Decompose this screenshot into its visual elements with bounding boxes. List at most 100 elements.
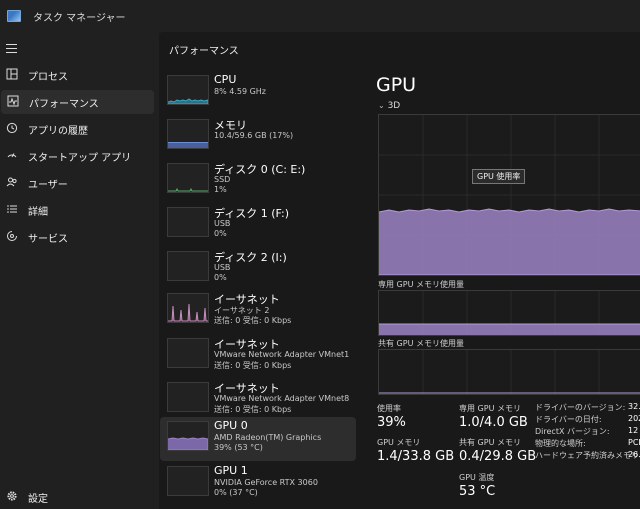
dedicated-memory-label: 専用 GPU メモリ [459, 404, 521, 413]
dedicated-memory-value: 1.0/4.0 GB [459, 415, 528, 430]
device-detail: USB [214, 219, 231, 228]
title-bar[interactable]: タスク マネージャー [0, 0, 640, 32]
shared-memory-graph-label: 共有 GPU メモリ使用量 [378, 339, 464, 348]
ethernet-vmnet8-thumbnail-graph [167, 382, 209, 412]
sidebar-item-performance[interactable]: パフォーマンス [1, 90, 154, 114]
sidebar-item-label: 詳細 [28, 207, 48, 218]
memory-thumbnail-graph [167, 119, 209, 149]
device-detail: 送信: 0 受信: 0 Kbps [214, 361, 292, 370]
device-detail: VMware Network Adapter VMnet1 [214, 350, 350, 359]
driver-version-label: ドライバーのバージョン: [535, 403, 626, 412]
gpu-0-thumbnail-graph [167, 421, 209, 451]
chevron-down-icon: ⌄ [378, 101, 385, 110]
sidebar-item-label: ユーザー [28, 180, 68, 191]
reserved-memory-label: ハードウェア予約済みメモリ: [535, 451, 640, 460]
device-item-ethernet-2[interactable]: イーサネット イーサネット 2 送信: 0 受信: 0 Kbps [160, 289, 356, 333]
sidebar-item-label: スタートアップ アプリ [28, 153, 132, 164]
sidebar-item-label: プロセス [28, 72, 68, 83]
device-item-disk-0[interactable]: ディスク 0 (C: E:) SSD 1% [160, 159, 356, 203]
device-detail: AMD Radeon(TM) Graphics [214, 433, 322, 442]
detail-title: GPU [376, 74, 417, 96]
shared-memory-graph [378, 349, 640, 395]
usage-label: 使用率 [377, 404, 401, 413]
device-item-gpu-1[interactable]: GPU 1 NVIDIA GeForce RTX 3060 0% (37 °C) [160, 462, 356, 506]
details-icon [5, 203, 18, 216]
performance-icon [6, 95, 19, 108]
shared-memory-label: 共有 GPU メモリ [459, 438, 521, 447]
window-title: タスク マネージャー [33, 13, 126, 24]
main-panel: パフォーマンス CPU 8% 4.59 GHz メモリ 10.4/59.6 GB… [159, 32, 640, 509]
device-detail: 0% (37 °C) [214, 488, 258, 497]
users-icon [5, 176, 18, 189]
sidebar-item-label: アプリの履歴 [28, 126, 88, 137]
device-detail: 送信: 0 受信: 0 Kbps [214, 316, 292, 325]
ethernet-2-thumbnail-graph [167, 293, 209, 323]
physical-location-label: 物理的な場所: [535, 439, 586, 448]
gpu-temperature-value: 53 °C [459, 484, 496, 499]
gpu-temperature-label: GPU 温度 [459, 473, 495, 482]
gpu-memory-value: 1.4/33.8 GB [377, 449, 455, 464]
device-detail: VMware Network Adapter VMnet8 [214, 394, 350, 403]
device-detail: 8% 4.59 GHz [214, 87, 267, 96]
task-manager-app-icon [7, 10, 21, 22]
gear-icon [5, 490, 18, 503]
device-item-ethernet-vmnet1[interactable]: イーサネット VMware Network Adapter VMnet1 送信:… [160, 334, 356, 378]
disk-0-thumbnail-graph [167, 163, 209, 193]
history-icon [5, 122, 18, 135]
shared-memory-value: 0.4/29.8 GB [459, 449, 537, 464]
device-name: CPU [214, 73, 237, 86]
directx-version-label: DirectX バージョン: [535, 427, 610, 436]
device-detail: USB [214, 263, 231, 272]
sidebar-item-startup-apps[interactable]: スタートアップ アプリ [0, 144, 155, 168]
sidebar-item-label: パフォーマンス [29, 99, 99, 110]
page-title: パフォーマンス [169, 46, 239, 57]
engine-selector[interactable]: ⌄ 3D [378, 101, 400, 111]
device-detail: 送信: 0 受信: 0 Kbps [214, 405, 292, 414]
tooltip: GPU 使用率 [472, 169, 526, 184]
sidebar-item-app-history[interactable]: アプリの履歴 [0, 117, 155, 141]
gpu-usage-graph [378, 114, 640, 276]
sidebar: プロセス パフォーマンス アプリの履歴 スタートアップ アプリ ユーザー 詳細 [0, 32, 159, 509]
sidebar-item-details[interactable]: 詳細 [0, 198, 155, 222]
sidebar-item-users[interactable]: ユーザー [0, 171, 155, 195]
usage-value: 39% [377, 415, 406, 430]
device-detail: 0% [214, 229, 227, 238]
gpu-1-thumbnail-graph [167, 466, 209, 496]
sidebar-item-services[interactable]: サービス [0, 225, 155, 249]
cpu-thumbnail-graph [167, 75, 209, 105]
dedicated-memory-graph-label: 専用 GPU メモリ使用量 [378, 280, 464, 289]
startup-icon [5, 149, 18, 162]
device-detail: NVIDIA GeForce RTX 3060 [214, 478, 318, 487]
disk-1-thumbnail-graph [167, 207, 209, 237]
driver-version-value: 32. [628, 402, 640, 411]
device-item-disk-2[interactable]: ディスク 2 (I:) USB 0% [160, 247, 356, 291]
sidebar-item-settings[interactable]: 設定 [0, 485, 155, 509]
gpu-memory-label: GPU メモリ [377, 438, 421, 447]
engine-label: 3D [387, 101, 401, 111]
ethernet-vmnet1-thumbnail-graph [167, 338, 209, 368]
reserved-memory-value: 26.3 [628, 450, 640, 459]
driver-date-value: 202 [628, 414, 640, 423]
driver-date-label: ドライバーの日付: [535, 415, 602, 424]
sidebar-item-processes[interactable]: プロセス [0, 63, 155, 87]
device-detail: 39% (53 °C) [214, 443, 263, 452]
dedicated-memory-graph [378, 290, 640, 336]
physical-location-value: PCI [628, 438, 640, 447]
processes-icon [5, 68, 18, 81]
device-name: GPU 1 [214, 464, 248, 477]
device-item-gpu-0[interactable]: GPU 0 AMD Radeon(TM) Graphics 39% (53 °C… [160, 417, 356, 461]
hamburger-menu-icon[interactable] [6, 44, 17, 53]
device-detail: 10.4/59.6 GB (17%) [214, 131, 294, 140]
sidebar-item-label: サービス [28, 234, 68, 245]
sidebar-item-label: 設定 [28, 494, 48, 505]
device-detail: SSD [214, 175, 231, 184]
device-item-disk-1[interactable]: ディスク 1 (F:) USB 0% [160, 203, 356, 247]
services-icon [5, 230, 18, 243]
directx-version-value: 12 ( [628, 426, 640, 435]
device-detail: 0% [214, 273, 227, 282]
device-item-cpu[interactable]: CPU 8% 4.59 GHz [160, 71, 356, 115]
device-item-memory[interactable]: メモリ 10.4/59.6 GB (17%) [160, 115, 356, 159]
device-name: GPU 0 [214, 419, 248, 432]
device-item-ethernet-vmnet8[interactable]: イーサネット VMware Network Adapter VMnet8 送信:… [160, 378, 356, 422]
disk-2-thumbnail-graph [167, 251, 209, 281]
